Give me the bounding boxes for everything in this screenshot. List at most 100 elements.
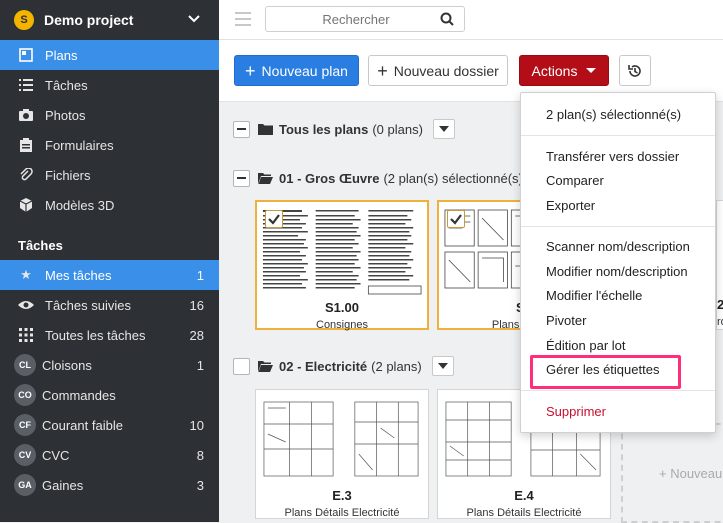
category-badge: CV	[14, 444, 36, 466]
plan-subtitle: Plans Détails Electricité	[284, 507, 400, 519]
sidebar-item-label: Courant faible	[42, 417, 123, 433]
plan-card[interactable]: E.3 Plans Détails Electricité	[255, 389, 429, 519]
history-button[interactable]	[619, 55, 651, 86]
sidebar-item-label: CVC	[42, 447, 70, 463]
new-folder-button[interactable]: + Nouveau dossier	[368, 55, 508, 86]
menu-item-rotate[interactable]: Pivoter	[546, 313, 586, 328]
menu-item-delete[interactable]: Supprimer	[546, 404, 606, 419]
category-badge: GA	[14, 474, 36, 496]
folder-open-icon	[258, 361, 273, 372]
actions-button[interactable]: Actions	[519, 55, 609, 86]
card-checkbox[interactable]	[265, 210, 283, 228]
plus-icon: +	[377, 60, 388, 81]
sidebar-item-gaines[interactable]: GA Gaines 3	[0, 470, 219, 500]
group-all-plans: Tous les plans (0 plans)	[233, 119, 455, 139]
sidebar-item-forms[interactable]: Formulaires	[0, 130, 219, 160]
folder-icon	[258, 124, 273, 135]
menu-divider	[521, 135, 715, 136]
sidebar-item-cloisons[interactable]: CL Cloisons 1	[0, 350, 219, 380]
menu-item-scan-name[interactable]: Scanner nom/description	[546, 239, 690, 254]
menu-selection-count: 2 plan(s) sélectionné(s)	[546, 107, 682, 122]
sidebar-item-label: Formulaires	[45, 137, 114, 153]
plan-card-partial[interactable]: 2 ro	[716, 200, 723, 330]
task-count: 1	[196, 357, 204, 373]
sidebar-item-plans[interactable]: Plans	[0, 40, 219, 70]
history-icon	[628, 64, 641, 77]
task-count: 1	[196, 267, 204, 283]
hamburger-menu-icon[interactable]	[235, 12, 251, 26]
search-box[interactable]	[265, 6, 465, 32]
sidebar-item-cvc[interactable]: CV CVC 8	[0, 440, 219, 470]
group-name: 01 - Gros Œuvre	[279, 170, 380, 186]
tasks-section-title: Tâches	[18, 237, 63, 253]
sidebar-item-files[interactable]: Fichiers	[0, 160, 219, 190]
sidebar-item-label: Tâches	[45, 77, 88, 93]
new-plan-button[interactable]: + Nouveau plan	[234, 55, 359, 86]
grid-icon	[18, 327, 34, 343]
card-checkbox[interactable]	[447, 210, 465, 228]
add-plan-dropzone[interactable]: + Nouveau	[621, 423, 723, 523]
menu-item-export[interactable]: Exporter	[546, 198, 595, 213]
chevron-down-icon	[188, 15, 200, 23]
sidebar-item-courant-faible[interactable]: CF Courant faible 10	[0, 410, 219, 440]
project-name: Demo project	[44, 12, 134, 28]
new-plan-label: Nouveau plan	[261, 62, 348, 79]
new-folder-label: Nouveau dossier	[393, 62, 499, 79]
folder-open-icon	[258, 173, 273, 184]
task-count: 3	[196, 477, 204, 493]
list-icon	[18, 77, 34, 93]
actions-label: Actions	[531, 62, 578, 79]
sidebar-item-followed-tasks[interactable]: Tâches suivies 16	[0, 290, 219, 320]
category-badge: CL	[14, 354, 36, 376]
sidebar-item-label: Commandes	[42, 387, 116, 403]
sidebar-item-label: Gaines	[42, 477, 84, 493]
menu-item-edit-scale[interactable]: Modifier l'échelle	[546, 288, 642, 303]
cube-icon	[18, 197, 34, 213]
sidebar-item-my-tasks[interactable]: ★ Mes tâches 1	[0, 260, 219, 290]
plan-code: S1.00	[325, 300, 359, 315]
sidebar-item-label: Mes tâches	[45, 267, 112, 283]
group-meta: (2 plans)	[371, 358, 422, 374]
search-input[interactable]	[276, 7, 436, 31]
top-bar	[219, 0, 723, 40]
sidebar-item-label: Modèles 3D	[45, 197, 115, 213]
sidebar: S Demo project Plans Tâches Photos Formu…	[0, 0, 219, 522]
menu-divider	[521, 226, 715, 227]
menu-item-transfer[interactable]: Transférer vers dossier	[546, 149, 679, 164]
menu-item-batch-edit[interactable]: Édition par lot	[546, 338, 626, 353]
plan-subtitle: Consignes	[316, 319, 368, 331]
plan-thumbnail	[260, 394, 424, 484]
sidebar-item-label: Plans	[45, 47, 78, 63]
sidebar-item-label: Fichiers	[45, 167, 91, 183]
group-dropdown-button[interactable]	[431, 356, 454, 376]
menu-item-edit-name[interactable]: Modifier nom/description	[546, 264, 688, 279]
sidebar-item-3d-models[interactable]: Modèles 3D	[0, 190, 219, 220]
clipboard-icon	[18, 137, 34, 153]
sidebar-item-photos[interactable]: Photos	[0, 100, 219, 130]
actions-menu: 2 plan(s) sélectionné(s) Transférer vers…	[520, 92, 716, 433]
group-name: Tous les plans	[279, 121, 369, 137]
plan-card[interactable]: S1.00 Consignes	[255, 200, 429, 331]
paperclip-icon	[18, 167, 34, 183]
sidebar-item-tasks[interactable]: Tâches	[0, 70, 219, 100]
group-gros-oeuvre: 01 - Gros Œuvre (2 plan(s) sélectionné(s…	[233, 168, 531, 188]
sidebar-item-commandes[interactable]: CO Commandes	[0, 380, 219, 410]
sidebar-item-label: Photos	[45, 107, 86, 123]
group-dropdown-button[interactable]	[432, 119, 455, 139]
sidebar-item-all-tasks[interactable]: Toutes les tâches 28	[0, 320, 219, 350]
category-badge: CO	[14, 384, 36, 406]
group-checkbox[interactable]	[233, 357, 250, 375]
menu-item-compare[interactable]: Comparer	[546, 173, 604, 188]
menu-divider	[521, 390, 715, 391]
highlight-box	[530, 355, 681, 389]
group-checkbox[interactable]	[233, 169, 250, 187]
plan-subtitle: ro	[717, 316, 723, 328]
sidebar-item-label: Tâches suivies	[45, 297, 131, 313]
caret-down-icon	[586, 68, 597, 73]
search-icon[interactable]	[440, 12, 454, 26]
camera-icon	[18, 107, 34, 123]
project-switcher[interactable]: S Demo project	[0, 0, 219, 40]
task-count: 16	[189, 297, 204, 313]
add-plan-label: + Nouveau	[659, 465, 723, 481]
group-checkbox[interactable]	[233, 120, 250, 138]
